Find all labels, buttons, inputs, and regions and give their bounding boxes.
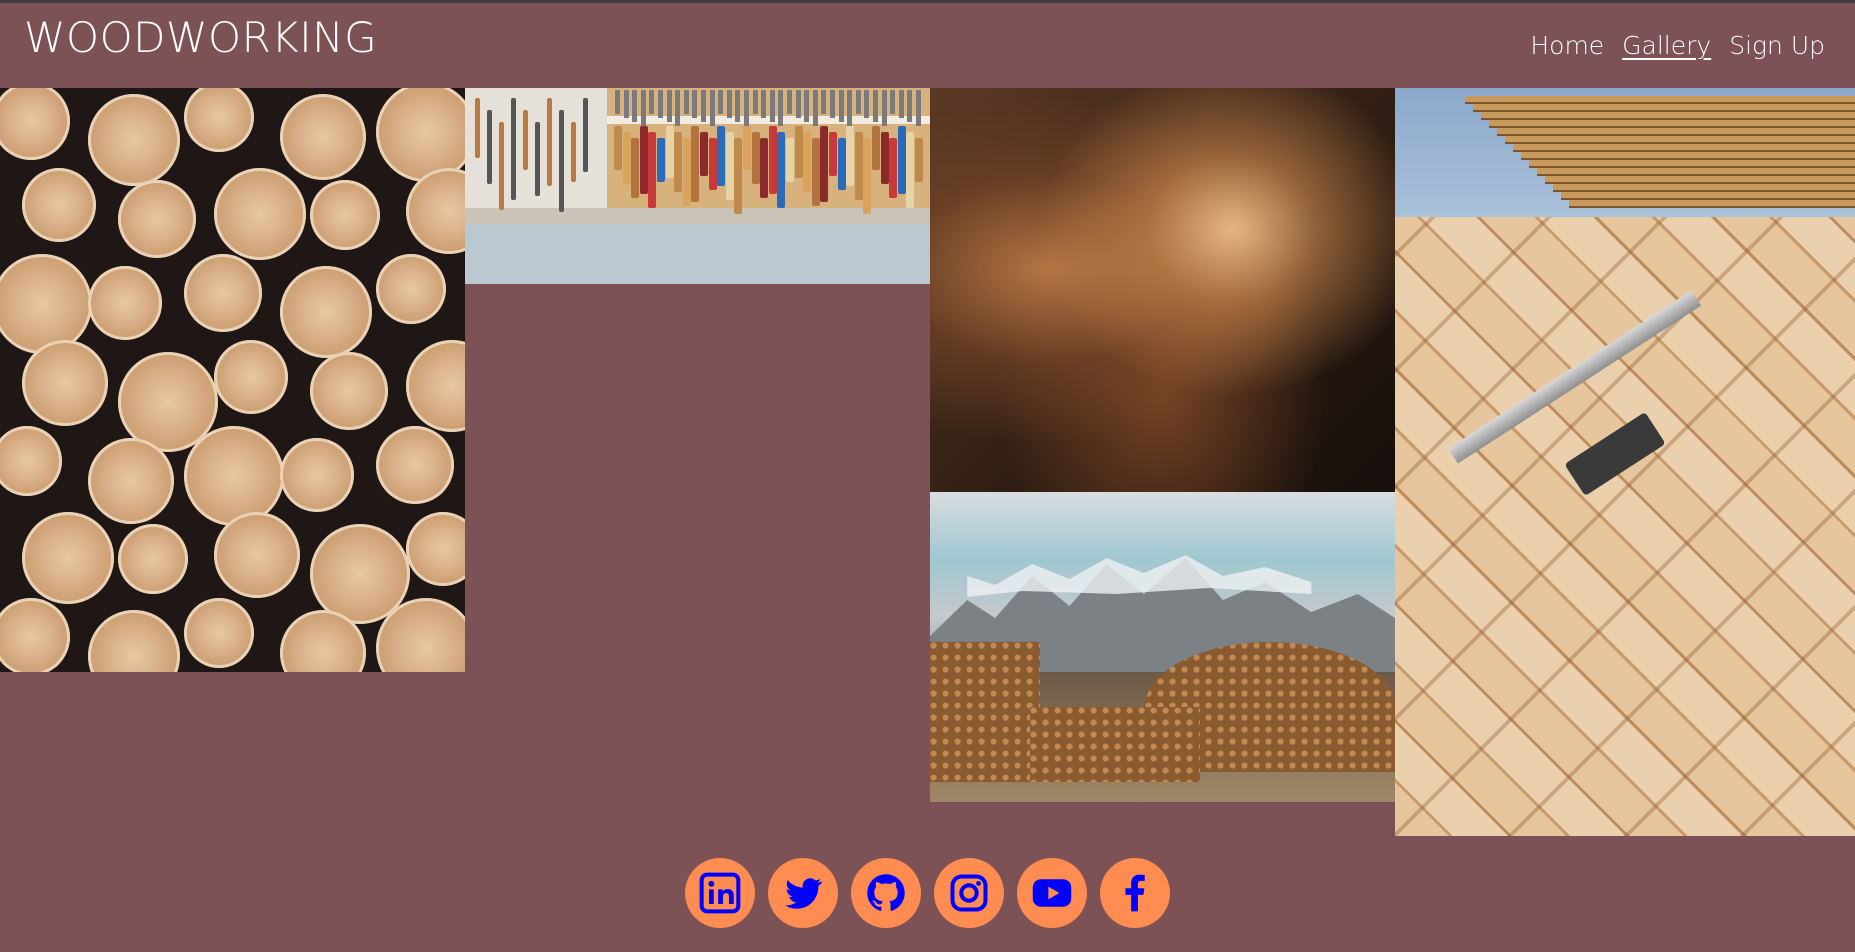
instagram-link[interactable] bbox=[934, 858, 1004, 928]
wood-shavings-image bbox=[930, 88, 1395, 492]
mountain-logs-image bbox=[930, 492, 1395, 802]
main-nav: Home Gallery Sign Up bbox=[1530, 31, 1825, 60]
linkedin-icon bbox=[699, 872, 741, 914]
social-footer bbox=[0, 858, 1855, 952]
youtube-icon bbox=[1032, 879, 1072, 907]
youtube-link[interactable] bbox=[1017, 858, 1087, 928]
facebook-icon bbox=[1125, 874, 1145, 912]
herringbone-floor-image bbox=[1395, 217, 1855, 836]
log-ends-image bbox=[0, 88, 465, 672]
twitter-icon bbox=[785, 878, 823, 909]
site-header: WOODWORKING Home Gallery Sign Up bbox=[0, 3, 1855, 88]
linkedin-link[interactable] bbox=[685, 858, 755, 928]
nav-gallery-link[interactable]: Gallery bbox=[1622, 31, 1711, 60]
github-icon bbox=[867, 874, 905, 911]
nav-sign-up-link[interactable]: Sign Up bbox=[1729, 31, 1825, 60]
wooden-structure-image bbox=[1395, 88, 1855, 217]
nav-home-link[interactable]: Home bbox=[1530, 31, 1604, 60]
twitter-link[interactable] bbox=[768, 858, 838, 928]
site-title: WOODWORKING bbox=[24, 13, 378, 62]
tool-wall-image bbox=[465, 88, 930, 284]
facebook-link[interactable] bbox=[1100, 858, 1170, 928]
instagram-icon bbox=[950, 874, 988, 912]
github-link[interactable] bbox=[851, 858, 921, 928]
